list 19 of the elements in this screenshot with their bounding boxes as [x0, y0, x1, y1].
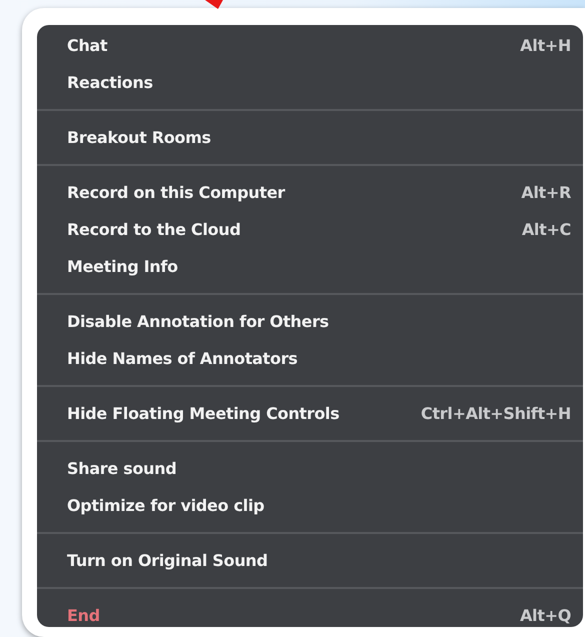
menu-item[interactable]: End Alt+Q — [37, 597, 583, 627]
pointer-arrow-icon — [205, 0, 223, 9]
menu-item[interactable]: Chat Alt+H — [37, 27, 583, 64]
shortcut-label: Ctrl+Alt+Shift+H — [420, 404, 571, 423]
shortcut-label: Alt+H — [520, 36, 571, 55]
menu-item[interactable]: Meeting Info — [37, 248, 583, 285]
menu-item[interactable]: Turn on Original Sound — [37, 542, 583, 579]
menu-item[interactable]: Record to the Cloud Alt+C — [37, 211, 583, 248]
menu-item[interactable]: Disable Annotation for Others — [37, 303, 583, 340]
shortcut-label: Alt+R — [521, 183, 571, 202]
menu-item[interactable]: Reactions — [37, 64, 583, 101]
shortcut-label: Alt+Q — [520, 606, 571, 625]
menu-item[interactable]: Optimize for video clip — [37, 487, 583, 524]
menu-item[interactable]: Share sound — [37, 450, 583, 487]
menu-item[interactable]: Hide Floating Meeting Controls Ctrl+Alt+Shift+H — [37, 395, 583, 432]
menu-item[interactable]: Breakout Rooms — [37, 119, 583, 156]
menu-item[interactable]: Hide Names of Annotators — [37, 340, 583, 377]
menu-item[interactable]: Record on this Computer Alt+R — [37, 174, 583, 211]
shortcut-label: Alt+C — [522, 220, 571, 239]
